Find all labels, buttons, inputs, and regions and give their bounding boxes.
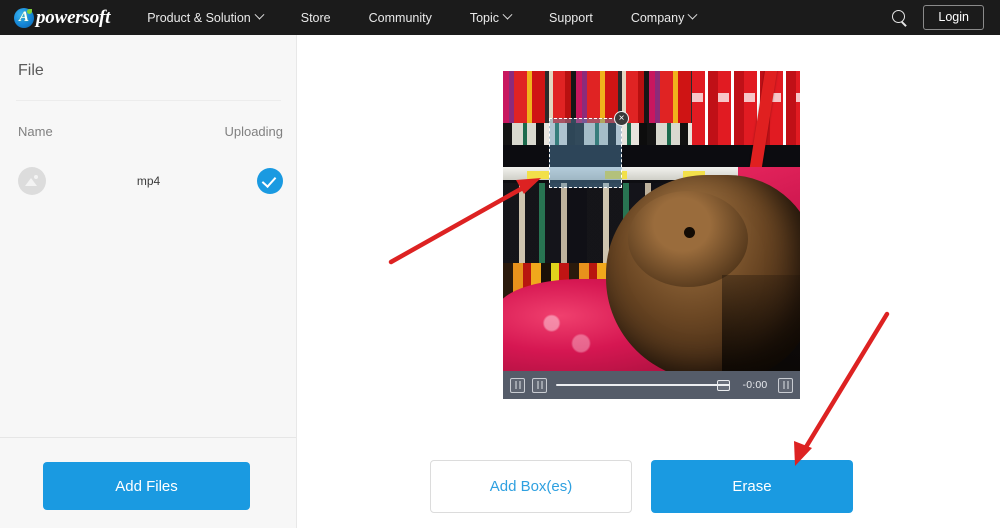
- sidebar-divider-bottom: [0, 437, 296, 438]
- scene-shadow: [722, 275, 800, 371]
- nav-item-product-solution[interactable]: Product & Solution: [128, 0, 282, 35]
- add-boxes-button[interactable]: Add Box(es): [430, 460, 632, 513]
- file-sidebar: File Name Uploading mp4 Add Files: [0, 35, 297, 528]
- logo-wordmark: powersoft: [36, 6, 111, 28]
- chevron-down-icon: [687, 9, 698, 20]
- column-header-uploading: Uploading: [224, 124, 283, 139]
- video-frame-image: [503, 71, 800, 371]
- nav-right-group: Login: [891, 5, 984, 30]
- main-panel: × -0:00 Add Box(es) Erase: [297, 35, 1000, 528]
- file-table-header: Name Uploading: [18, 124, 283, 139]
- video-player-controls: -0:00: [503, 371, 800, 399]
- chevron-down-icon: [254, 9, 265, 20]
- selection-box[interactable]: ×: [549, 111, 629, 188]
- column-header-name: Name: [18, 124, 53, 139]
- top-navigation-bar: A powersoft Product & Solution Store Com…: [0, 0, 1000, 35]
- video-preview[interactable]: ×: [503, 71, 800, 371]
- nav-item-label: Community: [368, 10, 432, 25]
- login-button[interactable]: Login: [923, 5, 984, 30]
- progress-thumb[interactable]: [717, 380, 730, 391]
- playback-button-icon[interactable]: [532, 377, 547, 393]
- nav-item-list: Product & Solution Store Community Topic…: [128, 0, 715, 35]
- nav-item-label: Support: [549, 10, 593, 25]
- file-name-label: mp4: [136, 174, 161, 188]
- check-circle-icon: [257, 168, 283, 194]
- nav-item-label: Store: [300, 10, 331, 25]
- erase-button[interactable]: Erase: [651, 460, 853, 513]
- app-page: A powersoft Product & Solution Store Com…: [0, 0, 1000, 528]
- nav-item-label: Product & Solution: [147, 10, 251, 25]
- progress-slider[interactable]: [556, 378, 730, 392]
- search-icon[interactable]: [891, 9, 909, 27]
- chevron-down-icon: [502, 9, 513, 20]
- playback-button-icon[interactable]: [510, 377, 525, 393]
- nav-item-label: Topic: [469, 10, 500, 25]
- nav-item-support[interactable]: Support: [530, 0, 612, 35]
- add-files-button[interactable]: Add Files: [43, 462, 250, 510]
- nav-item-store[interactable]: Store: [282, 0, 350, 35]
- image-placeholder-icon: [18, 167, 46, 195]
- close-icon[interactable]: ×: [614, 111, 629, 126]
- time-remaining-label: -0:00: [742, 379, 768, 391]
- progress-track: [556, 383, 730, 387]
- sidebar-title: File: [18, 62, 44, 79]
- logo-letter-a: A: [18, 9, 29, 25]
- nav-item-label: Company: [630, 10, 685, 25]
- nav-item-community[interactable]: Community: [350, 0, 451, 35]
- file-row[interactable]: mp4: [18, 159, 283, 203]
- logo-circle-icon: A: [14, 7, 34, 28]
- sidebar-divider-top: [16, 100, 281, 101]
- apowersoft-logo[interactable]: A powersoft: [14, 0, 110, 35]
- fullscreen-button-icon[interactable]: [778, 377, 793, 393]
- scene-red-cans: [692, 71, 800, 145]
- nav-item-company[interactable]: Company: [612, 0, 716, 35]
- nav-item-topic[interactable]: Topic: [451, 0, 530, 35]
